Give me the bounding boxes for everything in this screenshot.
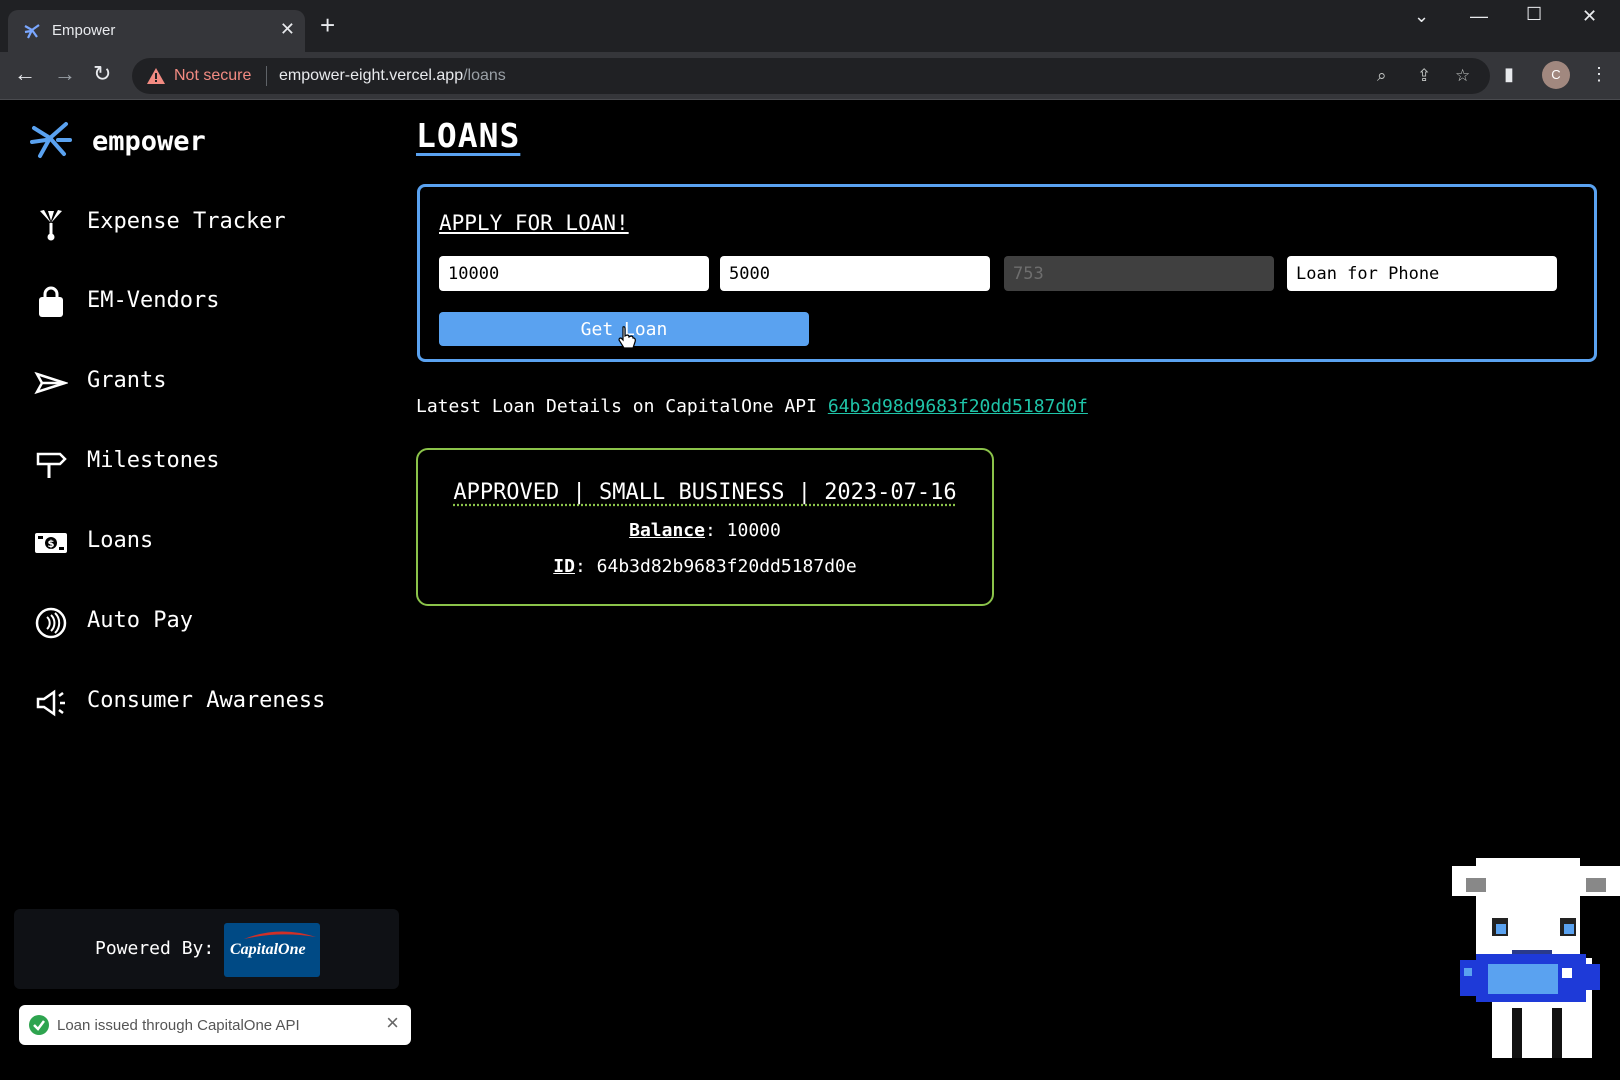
sidebar-item-label: Expense Tracker xyxy=(87,209,286,234)
share-icon[interactable]: ⇪ xyxy=(1417,66,1431,86)
favicon-icon xyxy=(24,24,40,39)
sidebar-item-label: Consumer Awareness xyxy=(87,688,326,713)
sidebar-item-consumer-awareness[interactable]: Consumer Awareness xyxy=(34,682,374,722)
tab-search-icon[interactable]: ⌄ xyxy=(1414,6,1429,27)
security-label[interactable]: Not secure xyxy=(174,67,251,85)
latest-loan-label: Latest Loan Details on CapitalOne API xyxy=(416,396,817,417)
reload-icon[interactable]: ↻ xyxy=(93,62,111,86)
paper-plane-icon xyxy=(34,371,68,395)
url-host: empower-eight.vercel.app xyxy=(279,67,464,84)
svg-text:$: $ xyxy=(48,539,55,550)
sidebar-item-loans[interactable]: $ Loans xyxy=(34,522,374,562)
loan-status-header: APPROVED | SMALL BUSINESS | 2023-07-16 xyxy=(453,480,957,505)
back-icon[interactable]: ← xyxy=(14,62,36,86)
contactless-icon xyxy=(35,607,67,639)
sidebar-item-label: Auto Pay xyxy=(87,608,193,633)
toast-message: Loan issued through CapitalOne API xyxy=(57,1017,300,1034)
minimize-icon[interactable]: — xyxy=(1470,6,1488,27)
page-title: LOANS xyxy=(416,116,521,155)
address-divider xyxy=(266,66,267,86)
latest-loan-details: Latest Loan Details on CapitalOne API 64… xyxy=(416,396,1088,417)
sidebar-item-milestones[interactable]: Milestones xyxy=(34,442,374,482)
maximize-icon[interactable]: ☐ xyxy=(1526,4,1542,25)
banknote-icon: $ xyxy=(35,533,67,553)
window-close-icon[interactable]: ✕ xyxy=(1582,6,1597,27)
shopping-bag-icon xyxy=(39,286,63,317)
latest-loan-link[interactable]: 64b3d98d9683f20dd5187d0f xyxy=(828,396,1088,417)
megaphone-icon xyxy=(36,689,65,717)
id-value: 64b3d82b9683f20dd5187d0e xyxy=(596,556,857,577)
sidebar-item-label: Grants xyxy=(87,368,167,393)
url-text[interactable]: empower-eight.vercel.app/loans xyxy=(279,67,506,85)
toast-close-icon[interactable]: × xyxy=(386,1012,399,1034)
browser-toolbar: ← → ↻ Not secure empower-eight.vercel.ap… xyxy=(0,52,1620,100)
brand-name: empower xyxy=(92,126,206,157)
browser-tab[interactable]: Empower ✕ xyxy=(8,10,305,52)
tab-close-icon[interactable]: ✕ xyxy=(280,19,295,40)
brand-logo-icon xyxy=(30,122,72,158)
success-toast: Loan issued through CapitalOne API × xyxy=(19,1005,411,1045)
sidebar-item-expense-tracker[interactable]: Expense Tracker xyxy=(34,203,374,243)
tab-title: Empower xyxy=(52,22,116,39)
url-path: /loans xyxy=(463,67,506,84)
capitalone-logo[interactable]: CapitalOne xyxy=(224,923,320,977)
forward-icon[interactable]: → xyxy=(54,62,76,86)
profile-avatar[interactable]: C xyxy=(1542,61,1570,89)
browser-menu-icon[interactable]: ⋮ xyxy=(1590,64,1608,85)
sidebar-item-label: Milestones xyxy=(87,448,220,473)
warning-icon xyxy=(147,68,165,84)
bookmark-star-icon[interactable]: ☆ xyxy=(1455,66,1470,86)
address-bar[interactable]: Not secure empower-eight.vercel.app/loan… xyxy=(132,58,1490,94)
check-circle-icon xyxy=(29,1015,49,1035)
powered-by-label: Powered By: xyxy=(95,938,215,959)
pixel-cat-mascot xyxy=(1452,858,1620,1058)
sidebar-item-label: EM-Vendors xyxy=(87,288,220,313)
sidebar-item-grants[interactable]: Grants xyxy=(34,362,374,402)
apply-form-title: APPLY FOR LOAN! xyxy=(439,211,629,235)
apply-loan-form: APPLY FOR LOAN! Get Loan xyxy=(417,184,1597,362)
new-tab-icon[interactable]: + xyxy=(320,12,335,38)
sidebar-item-auto-pay[interactable]: Auto Pay xyxy=(34,602,374,642)
money-tree-icon xyxy=(40,210,62,241)
powered-by-panel: Powered By: CapitalOne xyxy=(14,909,399,989)
loan-card: APPROVED | SMALL BUSINESS | 2023-07-16 B… xyxy=(416,448,994,606)
loan-term-field[interactable] xyxy=(720,256,990,291)
sidebar-item-label: Loans xyxy=(87,528,154,553)
zoom-icon[interactable]: ⌕ xyxy=(1377,66,1387,86)
hand-cursor-icon xyxy=(618,326,636,349)
id-label: ID xyxy=(553,556,575,577)
sidebar-item-em-vendors[interactable]: EM-Vendors xyxy=(34,282,374,322)
credit-score-field xyxy=(1004,256,1274,291)
capitalone-logo-text: CapitalOne xyxy=(230,941,306,958)
loan-amount-field[interactable] xyxy=(439,256,709,291)
balance-value: 10000 xyxy=(726,520,781,541)
side-panel-icon[interactable]: ▮ xyxy=(1504,64,1514,85)
loan-id-row: ID: 64b3d82b9683f20dd5187d0e xyxy=(553,556,857,577)
loan-balance-row: Balance: 10000 xyxy=(629,520,781,541)
loan-description-field[interactable] xyxy=(1287,256,1557,291)
balance-label: Balance xyxy=(629,520,705,541)
browser-tab-bar: Empower ✕ + ⌄ — ☐ ✕ xyxy=(0,0,1620,52)
signpost-icon xyxy=(36,452,67,478)
